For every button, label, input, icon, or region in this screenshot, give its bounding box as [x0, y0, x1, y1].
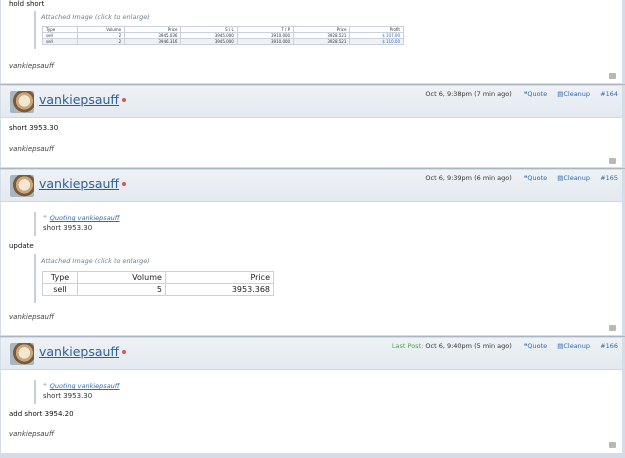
cleanup-label: Cleanup: [563, 174, 591, 182]
attachment-label[interactable]: Attached Image (click to enlarge): [41, 257, 150, 265]
attachment-bar: [34, 254, 36, 303]
cleanup-button[interactable]: ▤Cleanup: [557, 90, 590, 98]
trade-table-small[interactable]: Type Volume Price S / L T / P Price Prof…: [42, 26, 404, 45]
quoted-text: short 3953.30: [43, 224, 93, 232]
timestamp: Oct 6, 9:39pm (6 min ago): [425, 174, 512, 182]
quote-button[interactable]: ❝Quote: [524, 174, 547, 182]
post-text: short 3953.30: [9, 124, 59, 132]
col-header: Type: [42, 271, 78, 284]
forum-thread: hold short Attached Image (click to enla…: [0, 0, 625, 458]
timestamp: Oct 6, 9:38pm (7 min ago): [425, 90, 512, 98]
post-number-link[interactable]: #166: [600, 342, 618, 350]
online-dot-icon: [122, 97, 127, 102]
thumbs-up-icon[interactable]: [609, 158, 616, 164]
username: vankiepsauff: [39, 176, 120, 191]
divider: [0, 84, 625, 85]
post-header: vankiepsauff Oct 6, 9:38pm (7 min ago) ❝…: [1, 86, 622, 118]
signature: vankiepsauff: [9, 313, 55, 321]
post-165: vankiepsauff Oct 6, 9:39pm (6 min ago) ❝…: [1, 170, 622, 335]
divider: [0, 336, 625, 337]
post-top: hold short Attached Image (click to enla…: [1, 0, 622, 83]
username-link[interactable]: vankiepsauff: [39, 176, 127, 191]
quote-mark-icon: ❝: [43, 214, 47, 222]
quote-bar: [34, 380, 36, 404]
post-header: vankiepsauff Oct 6, 9:39pm (6 min ago) ❝…: [1, 170, 622, 202]
signature: vankiepsauff: [9, 145, 55, 153]
cell: $ 110.00: [349, 38, 404, 45]
username: vankiepsauff: [39, 344, 120, 359]
thumbs-up-icon[interactable]: [609, 73, 616, 79]
thumbs-up-icon[interactable]: [609, 442, 616, 448]
cell: sell: [42, 38, 78, 45]
avatar[interactable]: [10, 343, 34, 365]
post-number-link[interactable]: #165: [600, 174, 618, 182]
cell: sell: [42, 283, 78, 296]
cleanup-label: Cleanup: [563, 342, 591, 350]
divider: [0, 168, 625, 169]
table-row: sell 5 3953.368: [42, 283, 275, 296]
quote-button[interactable]: ❝Quote: [524, 342, 547, 350]
username: vankiepsauff: [39, 92, 120, 107]
post-text: hold short: [9, 0, 45, 8]
attachment-bar: [34, 11, 36, 49]
post-164: vankiepsauff Oct 6, 9:38pm (7 min ago) ❝…: [1, 86, 622, 167]
cell: 2: [76, 38, 126, 45]
quote-mark-icon: ❝: [43, 382, 47, 390]
cell: 3953.368: [164, 283, 275, 296]
quote-label: Quote: [527, 174, 548, 182]
post-166: vankiepsauff Last Post: Oct 6, 9:40pm (5…: [1, 338, 622, 453]
online-dot-icon: [122, 349, 127, 354]
quoting-link[interactable]: Quoting vankiepsauff: [50, 382, 120, 390]
post-text: update: [9, 242, 34, 250]
cleanup-button[interactable]: ▤Cleanup: [557, 342, 590, 350]
signature: vankiepsauff: [9, 430, 55, 438]
col-header: Volume: [77, 271, 166, 284]
quoting-link[interactable]: Quoting vankiepsauff: [50, 214, 120, 222]
quoted-text: short 3953.30: [43, 392, 93, 400]
cell: 3910.000: [236, 38, 295, 45]
col-header: Price: [164, 271, 275, 284]
post-number-link[interactable]: #164: [600, 90, 618, 98]
avatar[interactable]: [10, 91, 34, 113]
cleanup-label: Cleanup: [563, 90, 591, 98]
timestamp: Oct 6, 9:40pm (5 min ago): [425, 342, 512, 350]
quote-button[interactable]: ❝Quote: [524, 90, 547, 98]
quote-label: Quote: [527, 342, 548, 350]
quote-block: ❝ Quoting vankiepsauff short 3953.30: [43, 382, 120, 400]
post-text: add short 3954.20: [9, 410, 74, 418]
post-meta: Oct 6, 9:39pm (6 min ago) ❝Quote ▤Cleanu…: [425, 174, 618, 182]
cell: 5: [77, 283, 166, 296]
online-dot-icon: [122, 181, 127, 186]
cleanup-button[interactable]: ▤Cleanup: [557, 174, 590, 182]
quote-bar: [34, 212, 36, 236]
last-post-label: Last Post:: [391, 342, 424, 350]
post-meta: Last Post: Oct 6, 9:40pm (5 min ago) ❝Qu…: [392, 342, 618, 350]
post-meta: Oct 6, 9:38pm (7 min ago) ❝Quote ▤Cleanu…: [425, 90, 618, 98]
cell: 3946.316: [124, 38, 182, 45]
signature: vankiepsauff: [9, 62, 55, 70]
table-header-row: Type Volume Price: [42, 271, 275, 284]
quote-label: Quote: [527, 90, 548, 98]
trade-table[interactable]: Type Volume Price sell 5 3953.368: [42, 271, 275, 296]
attachment-label[interactable]: Attached Image (click to enlarge): [41, 13, 150, 21]
cell: 3945.000: [180, 38, 238, 45]
cell: 3928.521: [293, 38, 351, 45]
username-link[interactable]: vankiepsauff: [39, 344, 127, 359]
table-row: sell 2 3946.316 3945.000 3910.000 3928.5…: [42, 38, 404, 45]
thumbs-up-icon[interactable]: [609, 325, 616, 331]
avatar[interactable]: [10, 175, 34, 197]
username-link[interactable]: vankiepsauff: [39, 92, 127, 107]
quote-block: ❝ Quoting vankiepsauff short 3953.30: [43, 214, 120, 232]
post-header: vankiepsauff Last Post: Oct 6, 9:40pm (5…: [1, 338, 622, 370]
